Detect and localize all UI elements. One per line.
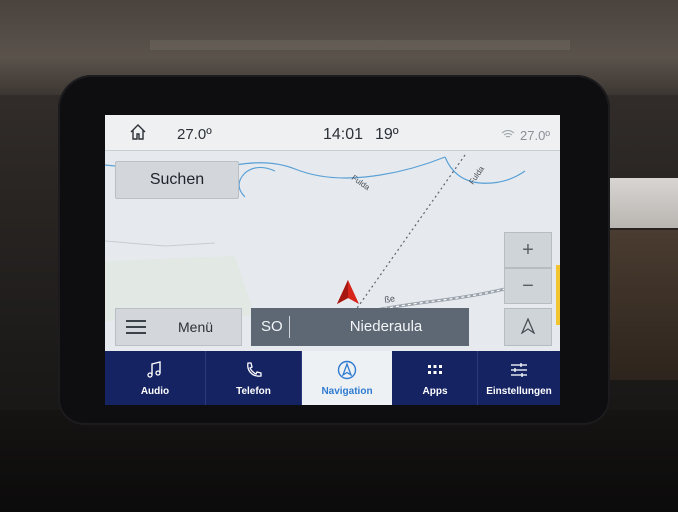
tab-telefon[interactable]: Telefon <box>206 351 302 405</box>
dashboard <box>0 410 678 512</box>
apps-grid-icon <box>428 365 442 374</box>
tab-navigation[interactable]: Navigation <box>302 351 392 405</box>
tab-audio[interactable]: Audio <box>105 351 206 405</box>
phone-icon <box>246 362 262 377</box>
tab-einstellungen-label: Einstellungen <box>486 386 552 397</box>
map-label-street: ße <box>384 293 396 305</box>
ceiling-beam <box>150 40 570 50</box>
settings-sliders-icon <box>511 363 527 377</box>
tab-navigation-label: Navigation <box>321 386 373 397</box>
zoom-out-button[interactable]: − <box>504 268 552 304</box>
menu-label: Menü <box>178 319 214 335</box>
heading-direction: SO <box>261 318 283 335</box>
tab-apps[interactable]: Apps <box>393 351 478 405</box>
recenter-button[interactable] <box>504 308 552 346</box>
background-window <box>598 178 678 228</box>
current-road-panel: SO Niederaula <box>251 308 469 346</box>
wifi-icon <box>501 130 515 138</box>
temperature-reading: 19º <box>375 126 399 143</box>
hamburger-icon <box>126 320 146 334</box>
infotainment-screen: 27.0º 14:01 19º 27.0º Fulda Fulda ße Suc… <box>105 115 560 405</box>
music-note-icon <box>147 361 161 378</box>
tab-apps-label: Apps <box>422 386 448 397</box>
current-street: Niederaula <box>349 318 423 335</box>
tab-telefon-label: Telefon <box>236 386 271 397</box>
vehicle-position-icon <box>337 280 359 304</box>
status-bar: 27.0º 14:01 19º 27.0º <box>105 115 560 151</box>
heading-divider <box>289 316 290 338</box>
bottom-tab-bar: Audio Telefon Navigation Apps Einstellun… <box>105 351 560 405</box>
climate-temperature[interactable]: 27.0º <box>520 128 550 143</box>
outside-temperature: 27.0º <box>177 126 212 143</box>
navigation-icon <box>337 360 357 380</box>
clock: 14:01 <box>323 126 364 143</box>
map-edge-accent <box>556 265 560 325</box>
zoom-in-button[interactable]: + <box>504 232 552 268</box>
home-icon[interactable] <box>129 123 147 141</box>
tab-einstellungen[interactable]: Einstellungen <box>478 351 560 405</box>
tab-audio-label: Audio <box>140 386 170 397</box>
navigation-arrow-icon <box>520 318 536 334</box>
search-button[interactable]: Suchen <box>115 161 239 199</box>
menu-button[interactable]: Menü <box>115 308 242 346</box>
